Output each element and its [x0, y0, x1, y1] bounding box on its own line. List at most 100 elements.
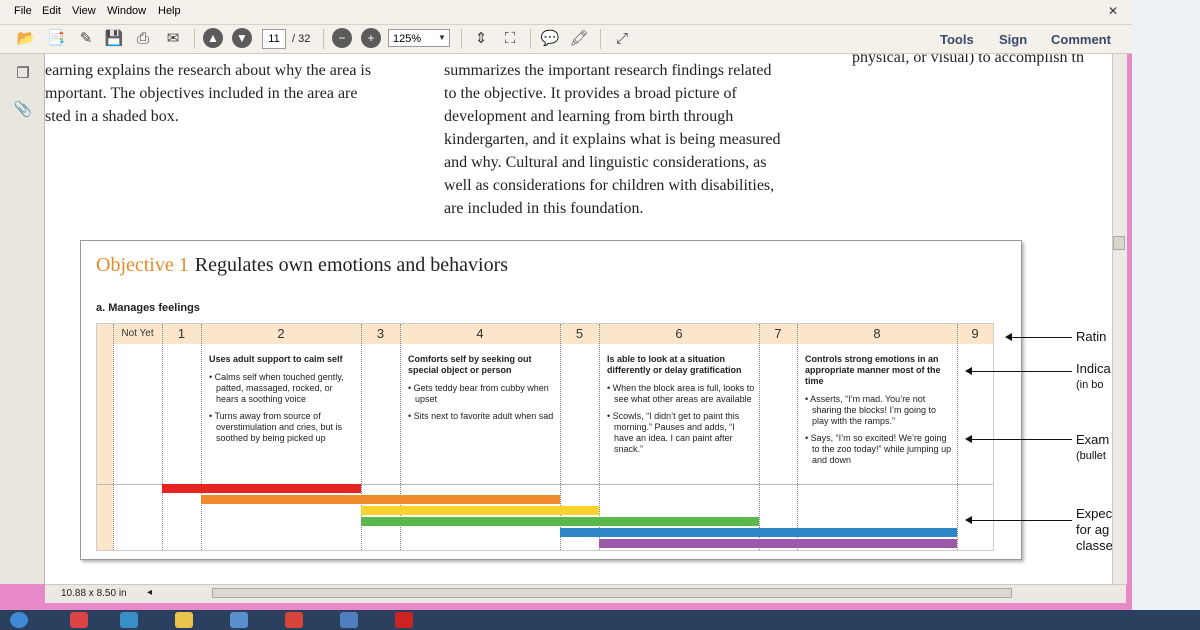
page-number-input[interactable]: 11 [262, 29, 286, 49]
objective-title: Objective 1 Regulates own emotions and be… [96, 254, 508, 277]
previous-page-icon[interactable]: ▲ [203, 28, 223, 48]
tools-button[interactable]: Tools [940, 32, 974, 47]
callout-examples: Exam (bullet [1076, 432, 1110, 462]
age-band-bar-green [361, 517, 759, 526]
age-band-bar-orange [201, 495, 361, 504]
indicator-6: Is able to look at a situation different… [607, 354, 755, 454]
arrow-head-icon [965, 516, 972, 524]
menu-file[interactable]: File [14, 5, 32, 17]
age-band-bar-yellow [361, 506, 599, 515]
rating-2: 2 [277, 326, 285, 341]
vertical-scroll-thumb[interactable] [1113, 236, 1125, 250]
chevron-down-icon[interactable]: ▼ [436, 30, 448, 46]
toolbar-separator [323, 29, 324, 49]
next-page-icon[interactable]: ▼ [232, 28, 252, 48]
taskbar-app-icon[interactable] [175, 612, 193, 628]
attachments-icon[interactable]: 📎 [13, 100, 33, 120]
menu-bar: File Edit View Window Help ✕ [0, 0, 1132, 25]
taskbar-app-icon[interactable] [120, 612, 138, 628]
toolbar-separator [530, 29, 531, 49]
print-icon[interactable]: ⎙ [133, 29, 153, 49]
callout-arrow [972, 520, 1072, 521]
page-total: / 32 [292, 33, 311, 45]
scroll-left-icon[interactable]: ◂ [147, 587, 152, 598]
horizontal-scroll-thumb[interactable] [212, 588, 1012, 598]
callout-expected: Expec for ag classe [1076, 506, 1112, 553]
comment-button[interactable]: Comment [1051, 32, 1111, 47]
zoom-out-icon[interactable]: − [332, 28, 352, 48]
taskbar-app-icon[interactable] [230, 612, 248, 628]
age-band-bar-blue [560, 528, 957, 537]
email-icon[interactable]: ✉ [163, 29, 183, 49]
fit-width-icon[interactable]: ⛶ [500, 29, 520, 49]
rating-header-row: Not Yet 1 2 3 4 5 6 7 8 9 [97, 324, 993, 344]
vertical-scrollbar[interactable] [1112, 54, 1127, 584]
arrow-head-icon [965, 435, 972, 443]
start-button-icon[interactable] [10, 612, 28, 628]
highlight-icon[interactable]: 🖍 [569, 29, 589, 49]
body-text-col2: summarizes the important research findin… [444, 62, 781, 217]
arrow-head-icon [1005, 333, 1012, 341]
menu-view[interactable]: View [72, 5, 96, 17]
menu-help[interactable]: Help [158, 5, 181, 17]
rating-3: 3 [376, 326, 385, 341]
toolbar-separator [194, 29, 195, 49]
rating-5: 5 [575, 326, 584, 341]
progression-table: Not Yet 1 2 3 4 5 6 7 8 9 Uses adult sup… [96, 323, 994, 551]
indicator-4: Comforts self by seeking out special obj… [408, 354, 554, 421]
indicator-8: Controls strong emotions in an appropria… [805, 354, 952, 465]
callout-arrow [972, 371, 1072, 372]
rating-1: 1 [177, 326, 186, 341]
create-icon[interactable]: 📂 [16, 29, 36, 49]
toolbar-separator [461, 29, 462, 49]
menu-edit[interactable]: Edit [42, 5, 61, 17]
toolbar-separator [600, 29, 601, 49]
background-app-strip [1132, 0, 1200, 610]
column-divider [201, 324, 202, 550]
comment-icon[interactable]: 💬 [540, 29, 560, 49]
age-band-bar-orange [361, 495, 560, 504]
age-band-bar-red [201, 484, 361, 493]
callout-indicator: Indica (in bo [1076, 361, 1111, 391]
toolbar: 📂 📑 ✎ 💾 ⎙ ✉ ▲ ▼ 11 / 32 − + 125% ▼ ⇕ ⛶ 💬… [0, 25, 1132, 54]
age-band-bar-purple [599, 539, 957, 548]
indicator-2: Uses adult support to calm self • Calms … [209, 354, 344, 443]
rating-not-yet: Not Yet [121, 328, 154, 339]
rating-9: 9 [971, 326, 979, 341]
menu-window[interactable]: Window [107, 5, 146, 17]
callout-arrow [1012, 337, 1072, 338]
zoom-in-icon[interactable]: + [361, 28, 381, 48]
rating-7: 7 [774, 326, 782, 341]
navigation-pane: ❐ 📎 [0, 54, 45, 584]
save-icon[interactable]: 💾 [104, 29, 124, 49]
rating-8: 8 [873, 326, 881, 341]
page-size: 10.88 x 8.50 in [61, 588, 127, 599]
taskbar-app-icon[interactable] [285, 612, 303, 628]
callout-rating: Ratin [1076, 329, 1107, 344]
age-band-bar-red [162, 484, 201, 493]
column-divider [957, 324, 958, 550]
column-divider [759, 324, 760, 550]
body-text-col3: physical, or visual) to accomplish th [852, 54, 1084, 66]
pages-icon[interactable]: ❐ [13, 64, 33, 84]
taskbar-app-icon[interactable] [70, 612, 88, 628]
column-divider [113, 324, 114, 550]
edit-icon[interactable]: ✎ [76, 29, 96, 49]
taskbar-app-icon[interactable] [395, 612, 413, 628]
column-divider [162, 324, 163, 550]
taskbar-app-icon[interactable] [340, 612, 358, 628]
sign-button[interactable]: Sign [999, 32, 1027, 47]
combine-icon[interactable]: 📑 [46, 29, 66, 49]
rating-6: 6 [675, 326, 683, 341]
column-divider [797, 324, 798, 550]
objective-panel: Objective 1 Regulates own emotions and be… [80, 240, 1022, 560]
objective-name: Regulates own emotions and behaviors [194, 254, 509, 276]
fullscreen-icon[interactable]: ⤢ [612, 29, 632, 49]
close-icon[interactable]: ✕ [1104, 4, 1122, 20]
fit-page-icon[interactable]: ⇕ [471, 29, 491, 49]
objective-number: Objective 1 [96, 254, 189, 276]
taskbar [0, 610, 1200, 630]
sub-objective-title: a. Manages feelings [96, 302, 200, 314]
body-text-col1: earning explains the research about why … [45, 62, 372, 125]
document-view[interactable]: earning explains the research about why … [45, 54, 1112, 584]
